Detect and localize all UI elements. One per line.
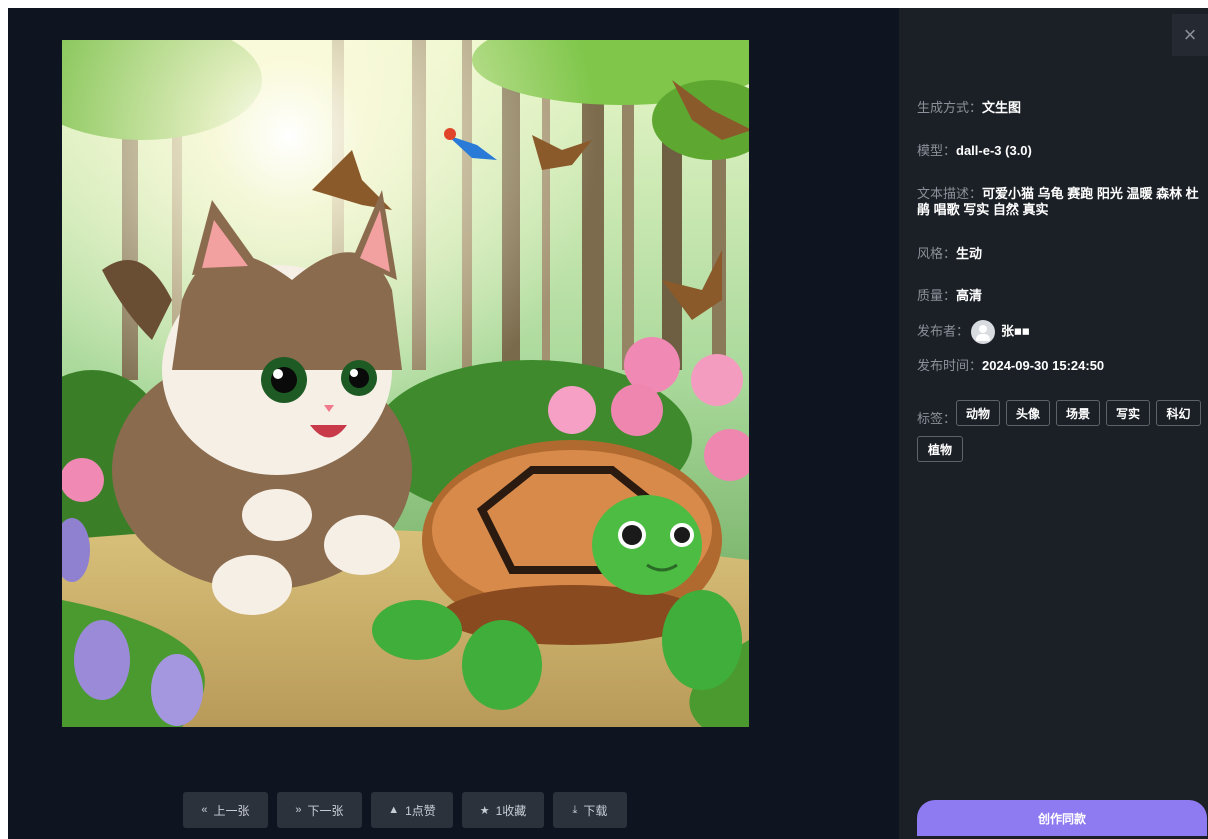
publisher-value: 张■■ — [1001, 323, 1030, 339]
close-icon: × — [1183, 22, 1197, 47]
tag-realistic[interactable]: 写实 — [1106, 400, 1150, 426]
tag-plant[interactable]: 植物 — [917, 436, 963, 462]
quality-value: 高清 — [956, 288, 983, 303]
download-label: 下载 — [583, 803, 608, 818]
model-row: 模型：dall-e-3 (3.0) — [917, 143, 1207, 159]
generation-mode-value: 文生图 — [982, 100, 1022, 115]
publisher-row: 发布者： 张■■ — [917, 320, 1207, 344]
generation-mode-row: 生成方式：文生图 — [917, 100, 1207, 116]
download-button[interactable]: ⤓ 下载 — [553, 792, 627, 828]
style-row: 风格：生动 — [917, 246, 1207, 262]
image-toolbar: « 上一张 » 下一张 ▲ 1点赞 ★ 1收藏 ⤓ 下载 — [183, 792, 627, 828]
generation-mode-label: 生成方式： — [917, 100, 983, 115]
tag-avatar[interactable]: 头像 — [1006, 400, 1050, 426]
quality-row: 质量：高清 — [917, 288, 1207, 304]
model-label: 模型： — [917, 143, 957, 158]
like-label: 1点赞 — [405, 803, 436, 818]
tag-animal[interactable]: 动物 — [956, 400, 1000, 426]
prompt-label: 文本描述： — [917, 186, 983, 201]
details-panel: × 生成方式：文生图 模型：dall-e-3 (3.0) 文本描述：可爱小猫 乌… — [899, 8, 1208, 839]
thumbs-up-icon: ▲ — [388, 804, 400, 816]
prev-button[interactable]: « 上一张 — [183, 792, 268, 828]
publish-time-label: 发布时间： — [917, 358, 983, 373]
next-button[interactable]: » 下一张 — [277, 792, 362, 828]
star-icon: ★ — [479, 804, 490, 817]
favorite-button[interactable]: ★ 1收藏 — [462, 792, 544, 828]
style-label: 风格： — [917, 246, 957, 261]
avatar[interactable] — [971, 320, 996, 344]
create-similar-button[interactable]: 创作同款 — [917, 800, 1207, 836]
style-value: 生动 — [956, 246, 983, 261]
tag-scene[interactable]: 场景 — [1056, 400, 1100, 426]
tags-label: 标签： — [917, 411, 957, 426]
quality-label: 质量： — [917, 288, 957, 303]
publisher-label: 发布者： — [917, 323, 970, 339]
model-value: dall-e-3 (3.0) — [956, 143, 1032, 158]
next-label: 下一张 — [307, 803, 344, 818]
close-button[interactable]: × — [1172, 14, 1208, 56]
prev-label: 上一张 — [213, 803, 250, 818]
double-chevron-left-icon: « — [201, 804, 208, 816]
download-icon: ⤓ — [572, 803, 578, 816]
publish-time-value: 2024-09-30 15:24:50 — [982, 358, 1105, 373]
publish-time-row: 发布时间：2024-09-30 15:24:50 — [917, 358, 1207, 374]
image-viewer-modal: « 上一张 » 下一张 ▲ 1点赞 ★ 1收藏 ⤓ 下载 × 生成方式：文生图 … — [8, 8, 1208, 839]
favorite-label: 1收藏 — [495, 803, 527, 818]
image-stage: « 上一张 » 下一张 ▲ 1点赞 ★ 1收藏 ⤓ 下载 — [8, 8, 899, 839]
tag-scifi[interactable]: 科幻 — [1156, 400, 1201, 426]
like-button[interactable]: ▲ 1点赞 — [371, 792, 453, 828]
double-chevron-right-icon: » — [295, 804, 302, 816]
prompt-row: 文本描述：可爱小猫 乌龟 赛跑 阳光 温暖 森林 杜鹃 唱歌 写实 自然 真实 — [917, 186, 1207, 218]
generated-image — [62, 40, 749, 727]
